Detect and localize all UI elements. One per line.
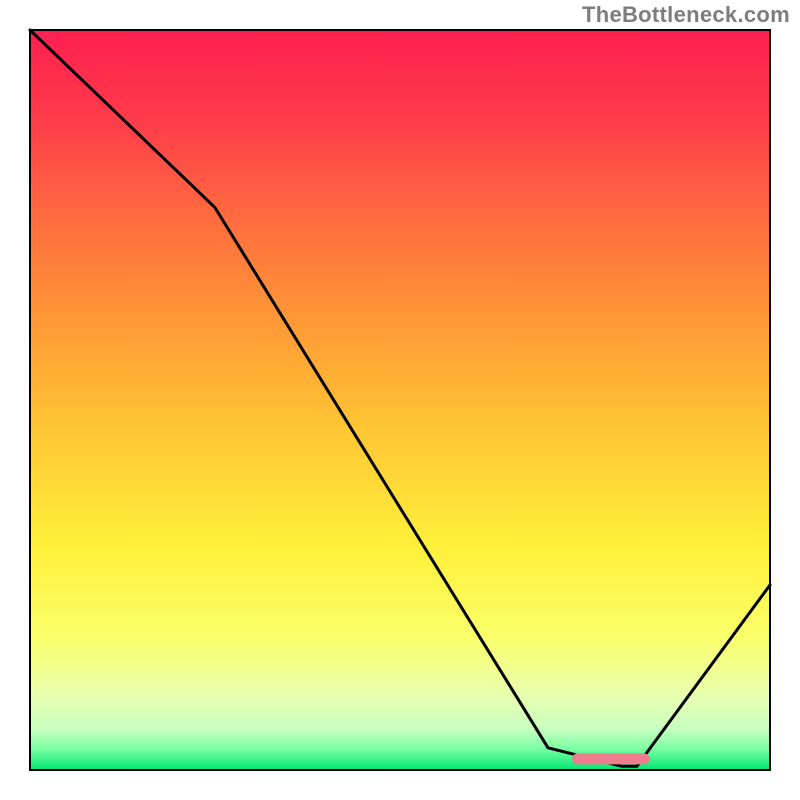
plot-background	[30, 30, 770, 770]
plot-svg	[0, 0, 800, 800]
watermark-label: TheBottleneck.com	[582, 2, 790, 28]
chart-frame: TheBottleneck.com	[0, 0, 800, 800]
